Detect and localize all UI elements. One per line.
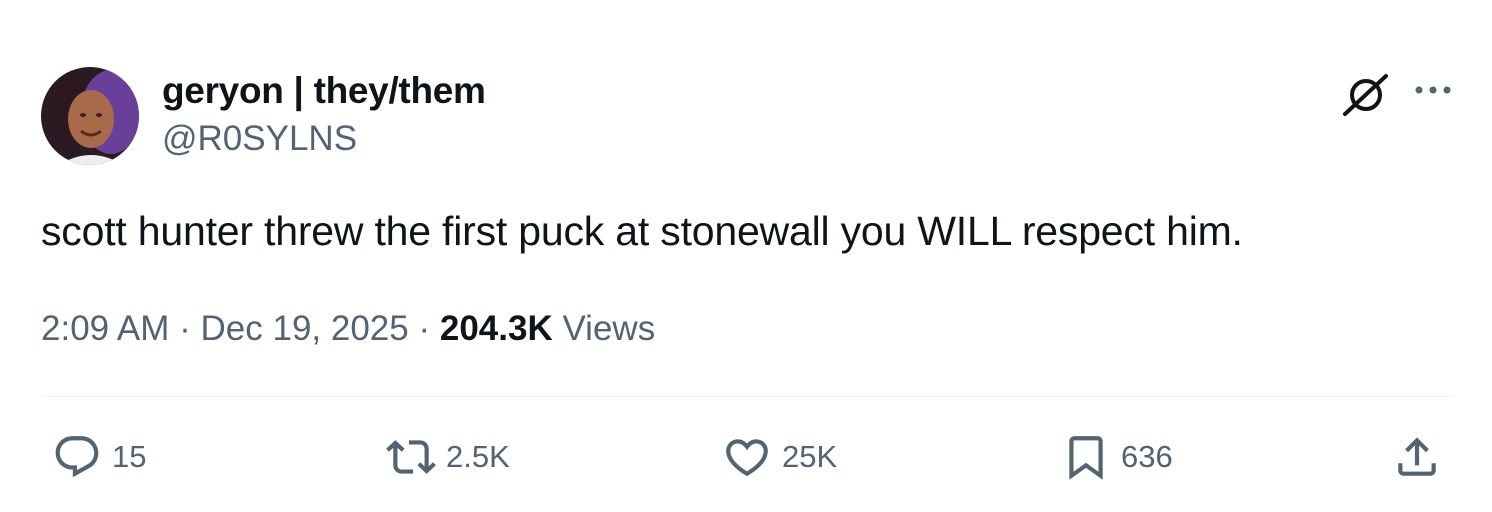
like-button[interactable]: 25K — [722, 432, 837, 482]
bookmark-icon — [1069, 436, 1103, 480]
repost-icon — [386, 440, 436, 474]
bookmark-count: 636 — [1121, 439, 1173, 474]
bookmark-button[interactable]: 636 — [1061, 432, 1173, 482]
like-count: 25K — [782, 439, 838, 474]
author-display-name[interactable]: geryon | they/them — [162, 70, 486, 112]
author-handle[interactable]: @R0SYLNS — [162, 119, 357, 159]
reply-count: 15 — [112, 439, 147, 474]
tweet-meta: 2:09 AM · Dec 19, 2025 · 204.3K Views — [41, 309, 655, 349]
tweet-text: scott hunter threw the first puck at sto… — [41, 208, 1243, 254]
grok-icon[interactable] — [1340, 72, 1390, 118]
heart-icon — [726, 439, 768, 477]
share-icon — [1398, 437, 1436, 476]
repost-button[interactable]: 2.5K — [386, 432, 510, 482]
views-count[interactable]: 204.3K — [440, 309, 553, 348]
tweet-date[interactable]: Dec 19, 2025 — [201, 309, 409, 348]
more-icon[interactable] — [1413, 82, 1453, 98]
avatar[interactable] — [41, 67, 139, 165]
views-label[interactable]: Views — [553, 309, 655, 348]
profile-photo-icon — [41, 67, 139, 165]
tweet-time[interactable]: 2:09 AM — [41, 309, 169, 348]
meta-separator: · — [408, 309, 440, 348]
meta-separator: · — [169, 309, 201, 348]
reply-icon — [55, 436, 99, 478]
divider — [41, 396, 1455, 397]
repost-count: 2.5K — [446, 439, 510, 474]
reply-button[interactable]: 15 — [52, 432, 146, 482]
share-button[interactable] — [1392, 432, 1442, 482]
